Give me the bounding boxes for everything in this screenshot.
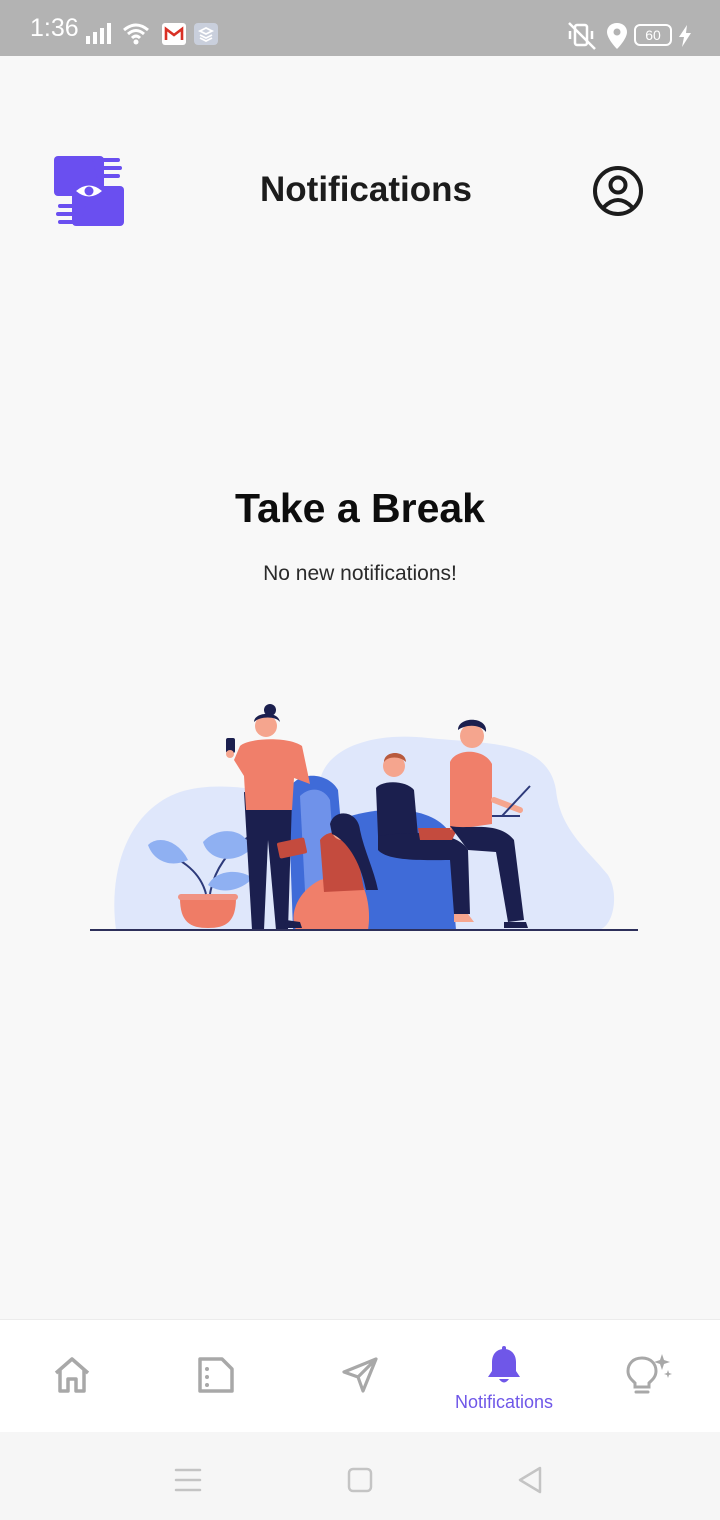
send-icon <box>342 1357 378 1393</box>
battery-icon: 60 <box>634 24 672 46</box>
bottom-navigation: Notifications <box>0 1319 720 1432</box>
menu-icon[interactable] <box>168 1460 208 1500</box>
user-circle-icon <box>593 166 643 216</box>
signal-icon <box>86 23 111 44</box>
nav-item-ideas[interactable] <box>576 1320 720 1433</box>
vibrate-off-icon <box>568 22 596 50</box>
system-navigation-bar <box>0 1432 720 1520</box>
location-icon <box>607 23 627 49</box>
people-relaxing-illustration <box>90 704 638 931</box>
page-title: Notifications <box>260 170 472 209</box>
nav-item-documents[interactable] <box>144 1320 288 1433</box>
lightbulb-sparkle-icon <box>626 1354 672 1394</box>
gmail-icon <box>162 23 186 45</box>
back-icon[interactable] <box>510 1460 550 1500</box>
bell-icon <box>488 1346 520 1383</box>
document-icon <box>198 1357 234 1393</box>
app-icon <box>194 23 218 45</box>
nav-item-notifications[interactable]: Notifications <box>432 1320 576 1433</box>
nav-label-notifications: Notifications <box>454 1392 554 1412</box>
charging-icon <box>679 25 691 47</box>
empty-state-subtitle: No new notifications! <box>263 562 457 585</box>
status-left-icons <box>86 23 218 45</box>
status-right-icons <box>568 22 627 50</box>
home-square-icon[interactable] <box>340 1460 380 1500</box>
app-logo-icon <box>54 156 124 226</box>
status-time: 1:36 <box>30 14 79 42</box>
nav-item-home[interactable] <box>0 1320 144 1433</box>
nav-item-send[interactable] <box>288 1320 432 1433</box>
profile-button[interactable] <box>592 165 644 217</box>
home-icon <box>54 1357 90 1393</box>
ground-line <box>90 929 638 931</box>
status-bar: 1:36 60 <box>0 0 720 56</box>
empty-state-title: Take a Break <box>235 485 485 531</box>
wifi-icon <box>123 23 149 45</box>
